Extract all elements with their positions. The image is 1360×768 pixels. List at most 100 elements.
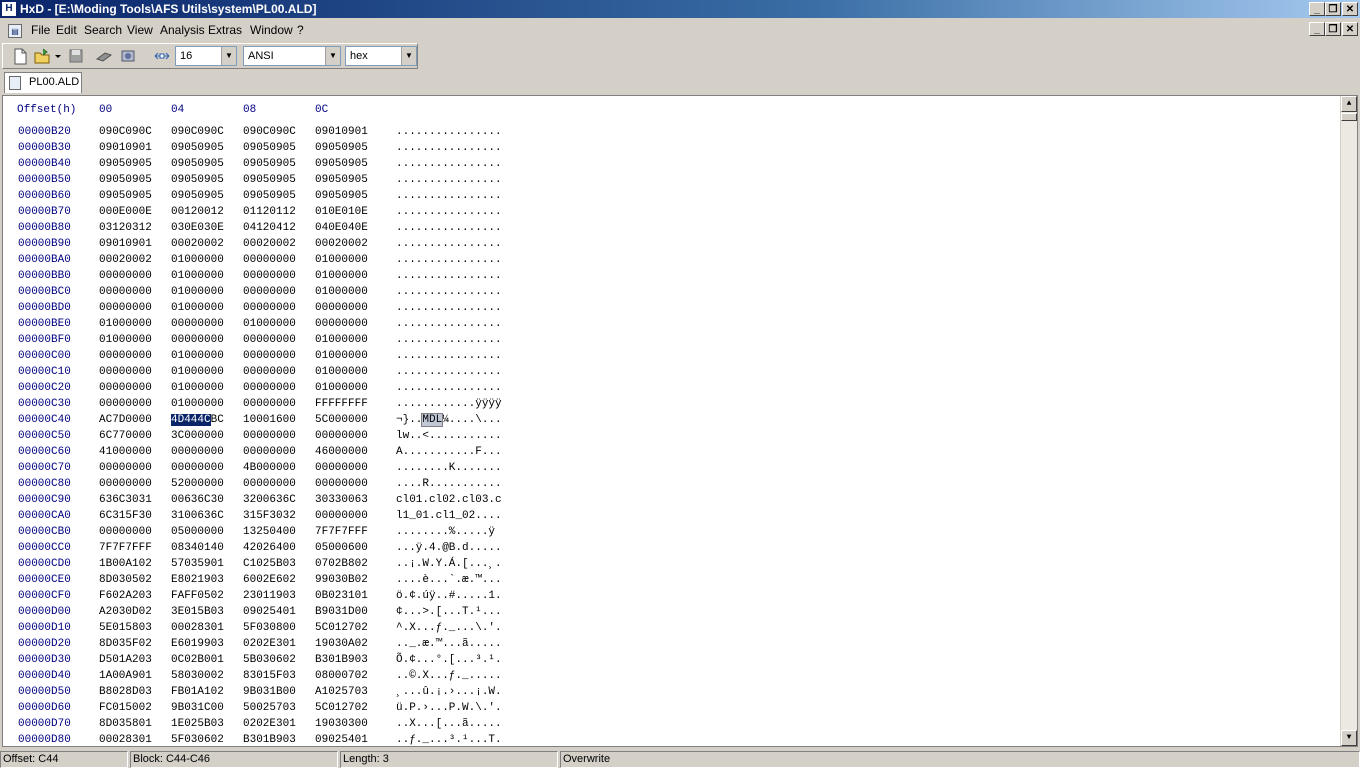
ascii-cell[interactable]: ....R........... — [396, 476, 502, 492]
ascii-cell[interactable]: cl01.cl02.cl03.c — [396, 492, 502, 508]
table-row[interactable]: 00000BC0 00000000 01000000 00000000 01000000… — [3, 284, 563, 300]
ascii-cell[interactable]: ¸...û.¡.›...¡.W. — [396, 684, 502, 700]
hex-cell[interactable]: 09050905 — [315, 188, 368, 204]
hex-cell[interactable]: 5C012702 — [315, 700, 368, 716]
open-dropdown-arrow-icon[interactable] — [53, 47, 63, 65]
hex-cell[interactable]: 3100636C — [171, 508, 224, 524]
hex-cell[interactable]: 4B000000 — [243, 460, 296, 476]
menu-file[interactable]: File — [31, 23, 50, 37]
menu-view[interactable]: View — [127, 23, 153, 37]
hex-cell[interactable]: 0B023101 — [315, 588, 368, 604]
hex-cell[interactable]: 030E030E — [171, 220, 224, 236]
hex-cell[interactable]: 5C012702 — [315, 620, 368, 636]
table-row[interactable]: 00000D10 5E015803 00028301 5F030800 5C012702… — [3, 620, 563, 636]
hex-cell[interactable]: B301B903 — [315, 652, 368, 668]
hex-cell[interactable]: 01000000 — [315, 332, 368, 348]
ascii-cell[interactable]: ................ — [396, 172, 502, 188]
chevron-down-icon[interactable]: ▼ — [401, 47, 416, 65]
ascii-cell[interactable]: ................ — [396, 140, 502, 156]
hex-cell[interactable]: 00020002 — [99, 252, 152, 268]
hex-cell[interactable]: 01000000 — [315, 380, 368, 396]
hex-cell[interactable]: 9B031B00 — [243, 684, 296, 700]
ascii-cell[interactable]: ................ — [396, 300, 502, 316]
hex-cell[interactable]: 00000000 — [243, 428, 296, 444]
mdi-close-button[interactable]: ✕ — [1342, 22, 1358, 36]
hex-cell[interactable]: 00020002 — [171, 236, 224, 252]
hex-cell[interactable]: FAFF0502 — [171, 588, 224, 604]
hex-cell[interactable]: 01000000 — [243, 316, 296, 332]
table-row[interactable]: 00000CE0 8D030502 E8021903 6002E602 99030B02… — [3, 572, 563, 588]
hex-cell[interactable]: 01000000 — [171, 396, 224, 412]
hex-cell[interactable]: 00028301 — [99, 732, 152, 746]
ascii-cell[interactable]: ................ — [396, 156, 502, 172]
ascii-cell[interactable]: ................ — [396, 252, 502, 268]
hex-cell[interactable]: 09050905 — [99, 172, 152, 188]
new-file-icon[interactable] — [11, 47, 29, 65]
hex-cell[interactable]: 01000000 — [171, 300, 224, 316]
hex-cell[interactable]: 01000000 — [171, 284, 224, 300]
ascii-cell[interactable]: ................ — [396, 332, 502, 348]
hex-cell[interactable]: 5F030602 — [171, 732, 224, 746]
menu-extras[interactable]: Extras — [208, 23, 242, 37]
ascii-cell[interactable]: ¬}..MDL¼....\... — [396, 412, 502, 428]
ascii-cell[interactable]: Õ.¢...°.[...³.¹. — [396, 652, 502, 668]
ascii-cell[interactable]: lw..<........... — [396, 428, 502, 444]
hex-cell[interactable]: 00000000 — [243, 476, 296, 492]
hex-cell[interactable]: 8D035801 — [99, 716, 152, 732]
ascii-cell[interactable]: ................ — [396, 380, 502, 396]
hex-cell[interactable]: 5C000000 — [315, 412, 368, 428]
hex-cell[interactable]: 5E015803 — [99, 620, 152, 636]
table-row[interactable]: 00000C90 636C3031 00636C30 3200636C 30330063… — [3, 492, 563, 508]
hex-cell[interactable]: 7F7F7FFF — [99, 540, 152, 556]
ascii-cell[interactable]: l1_01.cl1_02.... — [396, 508, 502, 524]
hex-cell[interactable]: B301B903 — [243, 732, 296, 746]
table-row[interactable]: 00000CA0 6C315F30 3100636C 315F3032 00000000… — [3, 508, 563, 524]
hex-cell[interactable]: 23011903 — [243, 588, 296, 604]
hex-cell[interactable]: 01000000 — [171, 364, 224, 380]
save-icon[interactable] — [67, 47, 85, 65]
ascii-cell[interactable]: ..¡.W.Y.Á.[...¸. — [396, 556, 502, 572]
ascii-cell[interactable]: ö.¢.úÿ..#.....1. — [396, 588, 502, 604]
ram-icon[interactable] — [95, 47, 113, 65]
hex-cell[interactable]: 00000000 — [243, 300, 296, 316]
table-row[interactable]: 00000D60 FC015002 9B031C00 50025703 5C012702… — [3, 700, 563, 716]
table-row[interactable]: 00000BD0 00000000 01000000 00000000 00000000… — [3, 300, 563, 316]
hex-cell[interactable]: 99030B02 — [315, 572, 368, 588]
hex-cell[interactable]: 05000600 — [315, 540, 368, 556]
hex-cell[interactable]: 01000000 — [99, 332, 152, 348]
hex-cell[interactable]: 1A00A901 — [99, 668, 152, 684]
hex-cell[interactable]: 01000000 — [315, 348, 368, 364]
table-row[interactable]: 00000B90 09010901 00020002 00020002 00020002… — [3, 236, 563, 252]
hex-cell[interactable]: 09010901 — [99, 140, 152, 156]
hex-cell[interactable]: 00000000 — [243, 268, 296, 284]
hex-cell[interactable]: 6002E602 — [243, 572, 296, 588]
hex-cell[interactable]: 19030A02 — [315, 636, 368, 652]
selected-bytes[interactable]: 4D444C — [171, 414, 211, 426]
tab-pl00-ald[interactable]: PL00.ALD — [4, 72, 82, 93]
hex-cell[interactable]: 00000000 — [315, 476, 368, 492]
hex-cell[interactable]: 09050905 — [99, 156, 152, 172]
ascii-cell[interactable]: ................ — [396, 220, 502, 236]
ascii-cell[interactable]: ................ — [396, 124, 502, 140]
table-row[interactable]: 00000D30 D501A203 0C02B001 5B030602 B301B903… — [3, 652, 563, 668]
table-row[interactable]: 00000B50 09050905 09050905 09050905 09050905… — [3, 172, 563, 188]
hex-cell[interactable]: B8028D03 — [99, 684, 152, 700]
hex-cell[interactable]: 0702B802 — [315, 556, 368, 572]
hex-cell[interactable]: 00000000 — [171, 332, 224, 348]
menu-help[interactable]: ? — [297, 23, 304, 37]
selected-ascii[interactable]: MDL — [421, 413, 444, 427]
hex-cell[interactable]: 09025401 — [243, 604, 296, 620]
hex-cell[interactable]: 00000000 — [99, 348, 152, 364]
hex-cell[interactable]: 010E010E — [315, 204, 368, 220]
hex-cell[interactable]: 00000000 — [243, 332, 296, 348]
ascii-text[interactable]: ¼....\... — [442, 414, 501, 426]
hex-cell[interactable]: 5F030800 — [243, 620, 296, 636]
hex-cell[interactable]: 00000000 — [243, 252, 296, 268]
menu-search[interactable]: Search — [84, 23, 122, 37]
hex-cell[interactable]: 50025703 — [243, 700, 296, 716]
table-row[interactable]: 00000B40 09050905 09050905 09050905 09050905… — [3, 156, 563, 172]
hex-cell[interactable]: 00000000 — [243, 284, 296, 300]
hex-cell[interactable]: 01000000 — [171, 348, 224, 364]
hex-cell[interactable]: 09050905 — [243, 156, 296, 172]
ascii-cell[interactable]: ...ÿ.4.@B.d..... — [396, 540, 502, 556]
